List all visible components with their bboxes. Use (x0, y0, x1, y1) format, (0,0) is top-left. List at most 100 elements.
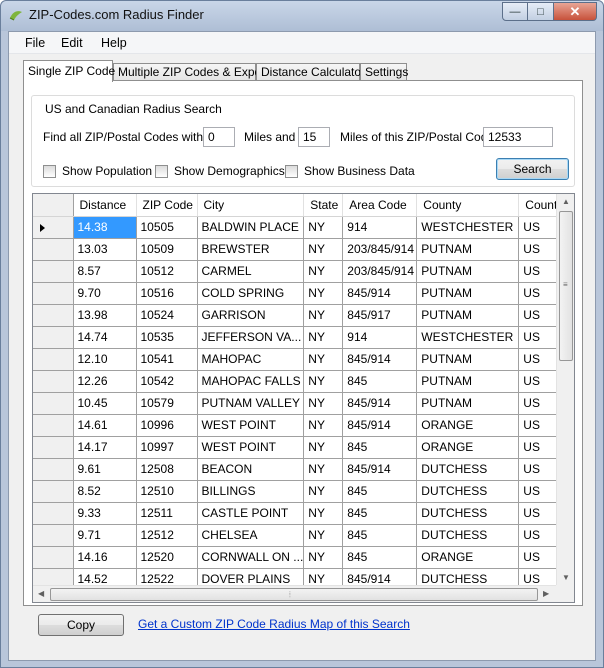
cell-county[interactable]: DUTCHESS (416, 502, 520, 525)
cell-county[interactable]: PUTNAM (416, 348, 520, 371)
cell-distance[interactable]: 8.52 (73, 480, 137, 503)
column-header-area-code[interactable]: Area Code (342, 194, 418, 217)
cell-city[interactable]: BREWSTER (197, 238, 305, 261)
cell-state[interactable]: NY (303, 238, 344, 261)
row-header[interactable] (33, 436, 74, 459)
title-bar[interactable]: ZIP-Codes.com Radius Finder — □ ✕ (1, 1, 603, 31)
cell-distance[interactable]: 12.10 (73, 348, 137, 371)
horizontal-scroll-thumb[interactable]: ⦙ (50, 588, 538, 601)
cell-state[interactable]: NY (303, 216, 344, 239)
cell-city[interactable]: MAHOPAC (197, 348, 305, 371)
cell-area-code[interactable]: 845/917 (342, 304, 418, 327)
cell-county[interactable]: WESTCHESTER (416, 216, 520, 239)
column-header-distance[interactable]: Distance (73, 194, 137, 217)
cell-city[interactable]: CASTLE POINT (197, 502, 305, 525)
cell-distance[interactable]: 14.61 (73, 414, 137, 437)
table-row[interactable]: 9.33 12511 CASTLE POINT NY 845 DUTCHESS US (33, 502, 569, 525)
column-header-zip[interactable]: ZIP Code (136, 194, 198, 217)
cell-area-code[interactable]: 845 (342, 480, 418, 503)
cell-city[interactable]: BEACON (197, 458, 305, 481)
cell-state[interactable]: NY (303, 502, 344, 525)
scroll-up-icon[interactable]: ▲ (562, 197, 570, 206)
cell-county[interactable]: ORANGE (416, 436, 520, 459)
cell-area-code[interactable]: 203/845/914 (342, 260, 418, 283)
cell-zip[interactable]: 10579 (136, 392, 198, 415)
cell-zip[interactable]: 10535 (136, 326, 198, 349)
cell-state[interactable]: NY (303, 436, 344, 459)
menu-help[interactable]: Help (101, 36, 127, 50)
tab-distance-calculator[interactable]: Distance Calculator (256, 63, 365, 81)
scroll-down-icon[interactable]: ▼ (562, 573, 570, 582)
cell-state[interactable]: NY (303, 260, 344, 283)
close-button[interactable]: ✕ (554, 2, 597, 21)
cell-zip[interactable]: 10541 (136, 348, 198, 371)
show-business-label[interactable]: Show Business Data (304, 164, 415, 178)
cell-county[interactable]: DUTCHESS (416, 458, 520, 481)
show-demographics-label[interactable]: Show Demographics (174, 164, 285, 178)
cell-zip[interactable]: 10516 (136, 282, 198, 305)
cell-county[interactable]: DUTCHESS (416, 524, 520, 547)
radius-map-link[interactable]: Get a Custom ZIP Code Radius Map of this… (138, 617, 410, 631)
cell-zip[interactable]: 12511 (136, 502, 198, 525)
horizontal-scrollbar[interactable]: ◀ ⦙ ▶ (33, 585, 556, 602)
table-row[interactable]: 14.61 10996 WEST POINT NY 845/914 ORANGE US (33, 414, 569, 437)
table-row[interactable]: 9.61 12508 BEACON NY 845/914 DUTCHESS US (33, 458, 569, 481)
cell-zip[interactable]: 12520 (136, 546, 198, 569)
cell-state[interactable]: NY (303, 304, 344, 327)
row-header[interactable] (33, 392, 74, 415)
row-header[interactable] (33, 546, 74, 569)
cell-distance[interactable]: 12.26 (73, 370, 137, 393)
vertical-scrollbar[interactable]: ▲ ≡ ▼ (556, 194, 574, 585)
cell-zip[interactable]: 10524 (136, 304, 198, 327)
cell-zip[interactable]: 10996 (136, 414, 198, 437)
row-header[interactable] (33, 216, 74, 239)
cell-state[interactable]: NY (303, 392, 344, 415)
cell-zip[interactable]: 10512 (136, 260, 198, 283)
cell-state[interactable]: NY (303, 370, 344, 393)
cell-city[interactable]: WEST POINT (197, 436, 305, 459)
cell-area-code[interactable]: 845/914 (342, 392, 418, 415)
cell-city[interactable]: BALDWIN PLACE (197, 216, 305, 239)
row-header[interactable] (33, 458, 74, 481)
copy-button[interactable]: Copy (38, 614, 124, 636)
cell-state[interactable]: NY (303, 414, 344, 437)
row-header[interactable] (33, 348, 74, 371)
cell-county[interactable]: PUTNAM (416, 304, 520, 327)
row-header[interactable] (33, 326, 74, 349)
show-population-label[interactable]: Show Population (62, 164, 152, 178)
minimize-button[interactable]: — (502, 2, 528, 21)
cell-county[interactable]: PUTNAM (416, 260, 520, 283)
cell-zip[interactable]: 12510 (136, 480, 198, 503)
tab-multiple-zip-export[interactable]: Multiple ZIP Codes & Export (113, 63, 269, 81)
table-row[interactable]: 8.52 12510 BILLINGS NY 845 DUTCHESS US (33, 480, 569, 503)
cell-area-code[interactable]: 845 (342, 502, 418, 525)
row-header[interactable] (33, 370, 74, 393)
cell-distance[interactable]: 9.61 (73, 458, 137, 481)
min-miles-input[interactable] (203, 127, 235, 147)
cell-state[interactable]: NY (303, 458, 344, 481)
row-header[interactable] (33, 304, 74, 327)
column-header-state[interactable]: State (303, 194, 344, 217)
cell-county[interactable]: PUTNAM (416, 370, 520, 393)
scroll-left-icon[interactable]: ◀ (38, 589, 44, 598)
cell-distance[interactable]: 14.17 (73, 436, 137, 459)
row-header[interactable] (33, 414, 74, 437)
search-button[interactable]: Search (496, 158, 569, 180)
row-header[interactable] (33, 238, 74, 261)
cell-city[interactable]: MAHOPAC FALLS (197, 370, 305, 393)
row-header[interactable] (33, 524, 74, 547)
tab-settings[interactable]: Settings (360, 63, 408, 81)
row-header[interactable] (33, 480, 74, 503)
maximize-button[interactable]: □ (528, 2, 554, 21)
cell-city[interactable]: CORNWALL ON ... (197, 546, 305, 569)
results-grid[interactable]: Distance ZIP Code City State Area Code C… (32, 193, 575, 603)
cell-zip[interactable]: 10509 (136, 238, 198, 261)
table-row[interactable]: 10.45 10579 PUTNAM VALLEY NY 845/914 PUTNAM US (33, 392, 569, 415)
cell-city[interactable]: GARRISON (197, 304, 305, 327)
cell-distance[interactable]: 13.98 (73, 304, 137, 327)
cell-city[interactable]: PUTNAM VALLEY (197, 392, 305, 415)
table-row[interactable]: 12.10 10541 MAHOPAC NY 845/914 PUTNAM US (33, 348, 569, 371)
menu-file[interactable]: File (25, 36, 45, 50)
cell-county[interactable]: PUTNAM (416, 238, 520, 261)
cell-distance[interactable]: 9.71 (73, 524, 137, 547)
